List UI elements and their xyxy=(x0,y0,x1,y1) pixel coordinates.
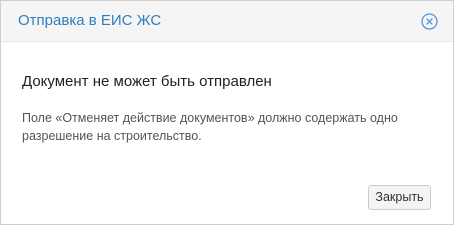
error-message: Поле «Отменяет действие документов» долж… xyxy=(22,111,398,143)
close-icon[interactable] xyxy=(421,13,438,30)
dialog-header: Отправка в ЕИС ЖС xyxy=(1,1,453,42)
dialog-title: Отправка в ЕИС ЖС xyxy=(18,12,162,29)
send-dialog: Отправка в ЕИС ЖС Документ не может быть… xyxy=(0,0,454,225)
error-heading: Документ не может быть отправлен xyxy=(22,73,272,90)
close-button[interactable]: Закрыть xyxy=(368,185,431,210)
